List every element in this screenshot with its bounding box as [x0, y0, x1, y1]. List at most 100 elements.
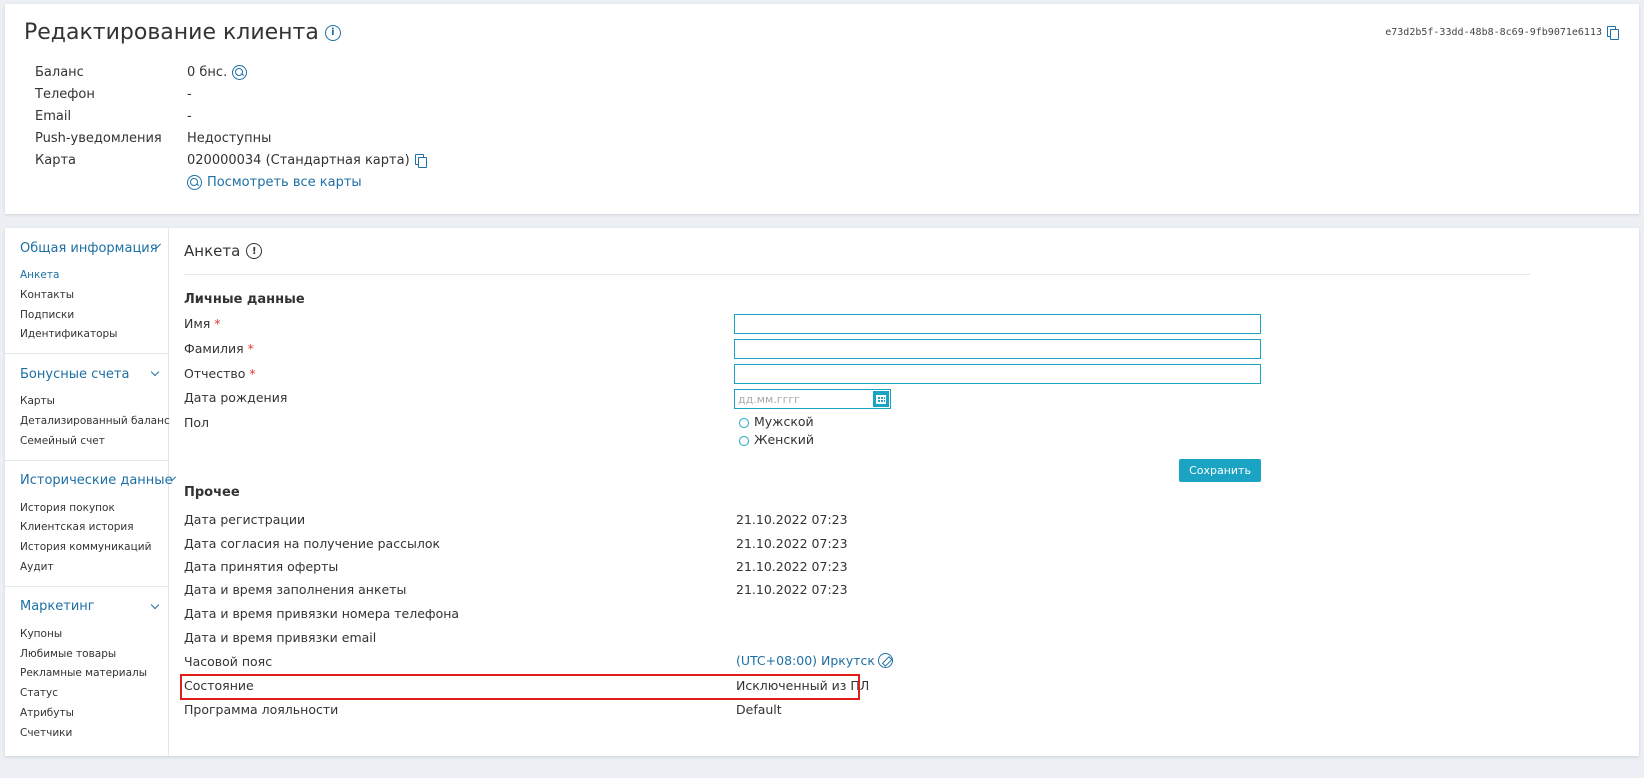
nav-group-general: Общая информация Анкета Контакты Подписк… — [5, 228, 168, 355]
search-icon — [187, 174, 202, 190]
nav-group-bonus: Бонусные счета Карты Детализированный ба… — [5, 354, 170, 461]
view-cards-row: Посмотреть все карты — [35, 171, 425, 193]
balance-value: 0 бнс. — [187, 64, 248, 80]
balance-row: Баланс 0 бнс. — [35, 61, 425, 83]
sidebar-item-contacts[interactable]: Контакты — [20, 286, 168, 306]
section-title: Анкета ! — [184, 242, 263, 260]
loyalty-program-value: Default — [736, 702, 782, 717]
copy-icon[interactable] — [1607, 26, 1619, 40]
offer-acceptance-label: Дата принятия оферты — [184, 559, 339, 574]
gender-male-radio[interactable]: Мужской — [739, 414, 814, 429]
page-title: Редактирование клиента i — [24, 20, 341, 45]
anketa-content: Анкета ! Личные данные Имя * Фамилия * О… — [180, 228, 1530, 756]
gender-female-radio[interactable]: Женский — [739, 432, 814, 447]
registration-date-value: 21.10.2022 07:23 — [736, 512, 848, 527]
copy-card-icon[interactable] — [414, 154, 427, 168]
main-card: Общая информация Анкета Контакты Подписк… — [5, 228, 1639, 756]
last-name-label: Фамилия * — [184, 341, 254, 356]
timezone-value[interactable]: (UTC+08:00) Иркутск — [736, 653, 893, 668]
sidebar-item-subscriptions[interactable]: Подписки — [20, 306, 168, 326]
chevron-down-icon — [150, 600, 160, 610]
sidebar-item-attributes[interactable]: Атрибуты — [20, 704, 168, 724]
form-filled-value: 21.10.2022 07:23 — [736, 582, 848, 597]
card-value: 020000034 (Стандартная карта) — [187, 153, 427, 168]
nav-group-title: Бонусные счета — [20, 366, 130, 382]
nav-group-title: Общая информация — [20, 240, 158, 256]
state-label: Состояние — [184, 678, 254, 693]
sidebar-item-coupons[interactable]: Купоны — [20, 625, 168, 645]
email-binding-label: Дата и время привязки email — [184, 630, 377, 645]
sidebar-item-identifiers[interactable]: Идентификаторы — [20, 325, 168, 345]
nav-group-history-toggle[interactable]: Исторические данные — [20, 472, 176, 490]
alert-icon[interactable]: ! — [246, 243, 263, 259]
gender-male-text: Мужской — [754, 414, 814, 429]
required-mark: * — [249, 366, 256, 381]
sidebar-item-purchase-history[interactable]: История покупок — [20, 499, 168, 519]
push-value: Недоступны — [187, 130, 272, 146]
offer-acceptance-value: 21.10.2022 07:23 — [736, 559, 848, 574]
state-value: Исключенный из ПЛ — [736, 678, 870, 693]
nav-group-marketing-toggle[interactable]: Маркетинг — [20, 598, 168, 616]
sidebar-item-status[interactable]: Статус — [20, 684, 168, 704]
birth-date-field — [734, 389, 891, 409]
sidebar-item-favorite-products[interactable]: Любимые товары — [20, 645, 168, 665]
card-label: Карта — [35, 152, 76, 168]
nav-group-general-toggle[interactable]: Общая информация — [20, 239, 168, 257]
mailing-consent-value: 21.10.2022 07:23 — [736, 536, 848, 551]
nav-group-marketing: Маркетинг Купоны Любимые товары Рекламны… — [5, 587, 168, 752]
sidebar-item-family-account[interactable]: Семейный счет — [20, 432, 168, 452]
sidebar: Общая информация Анкета Контакты Подписк… — [5, 228, 176, 756]
phone-value: - — [187, 86, 192, 102]
section-title-text: Анкета — [184, 242, 241, 260]
first-name-input[interactable] — [734, 314, 1261, 334]
nav-group-title: Исторические данные — [20, 473, 173, 489]
divider — [184, 274, 1530, 275]
other-heading: Прочее — [184, 485, 240, 500]
phone-label: Телефон — [35, 86, 95, 102]
email-row: Email - — [35, 105, 425, 127]
client-header-card: Редактирование клиента i e73d2b5f-33dd-4… — [5, 4, 1639, 214]
push-label: Push-уведомления — [35, 130, 162, 146]
info-icon[interactable]: i — [324, 24, 341, 41]
balance-value-text: 0 бнс. — [187, 64, 228, 80]
radio-icon — [739, 417, 749, 428]
client-info: Баланс 0 бнс. Телефон - Email - Push-уве… — [35, 61, 427, 193]
view-all-cards-text: Посмотреть все карты — [207, 174, 362, 190]
search-icon[interactable] — [232, 64, 248, 80]
phone-row: Телефон - — [35, 83, 425, 105]
sidebar-item-client-history[interactable]: Клиентская история — [20, 518, 168, 538]
view-all-cards-link[interactable]: Посмотреть все карты — [187, 174, 362, 190]
gender-label: Пол — [184, 415, 210, 430]
sidebar-item-ad-materials[interactable]: Рекламные материалы — [20, 664, 168, 684]
push-row: Push-уведомления Недоступны — [35, 127, 425, 149]
middle-name-input[interactable] — [734, 364, 1261, 384]
save-button[interactable]: Сохранить — [1179, 459, 1261, 482]
sidebar-item-anketa[interactable]: Анкета — [20, 266, 168, 286]
sidebar-item-cards[interactable]: Карты — [20, 392, 168, 412]
client-id: e73d2b5f-33dd-48b8-8c69-9fb9071e6113 — [1385, 26, 1619, 40]
calendar-icon[interactable] — [873, 391, 889, 407]
radio-icon — [739, 435, 749, 446]
required-mark: * — [214, 316, 221, 331]
timezone-value-text: (UTC+08:00) Иркутск — [736, 653, 875, 668]
middle-name-label: Отчество * — [184, 366, 256, 381]
birth-date-input[interactable] — [735, 390, 865, 408]
mailing-consent-label: Дата согласия на получение рассылок — [184, 536, 441, 551]
nav-group-bonus-toggle[interactable]: Бонусные счета — [20, 365, 168, 383]
sidebar-item-communication-history[interactable]: История коммуникаций — [20, 538, 168, 558]
loyalty-program-label: Программа лояльности — [184, 702, 339, 717]
last-name-input[interactable] — [734, 339, 1261, 359]
phone-binding-label: Дата и время привязки номера телефона — [184, 606, 460, 621]
chevron-down-icon — [150, 367, 160, 377]
sidebar-item-counters[interactable]: Счетчики — [20, 724, 168, 744]
card-row: Карта 020000034 (Стандартная карта) — [35, 149, 427, 171]
birth-date-label: Дата рождения — [184, 390, 288, 405]
email-value: - — [187, 108, 192, 124]
timezone-label: Часовой пояс — [184, 654, 273, 669]
sidebar-item-detailed-balance[interactable]: Детализированный баланс — [20, 412, 170, 432]
edit-icon[interactable] — [877, 653, 893, 668]
first-name-label: Имя * — [184, 316, 221, 331]
nav-group-title: Маркетинг — [20, 599, 95, 615]
form-filled-label: Дата и время заполнения анкеты — [184, 582, 407, 597]
sidebar-item-audit[interactable]: Аудит — [20, 558, 168, 578]
